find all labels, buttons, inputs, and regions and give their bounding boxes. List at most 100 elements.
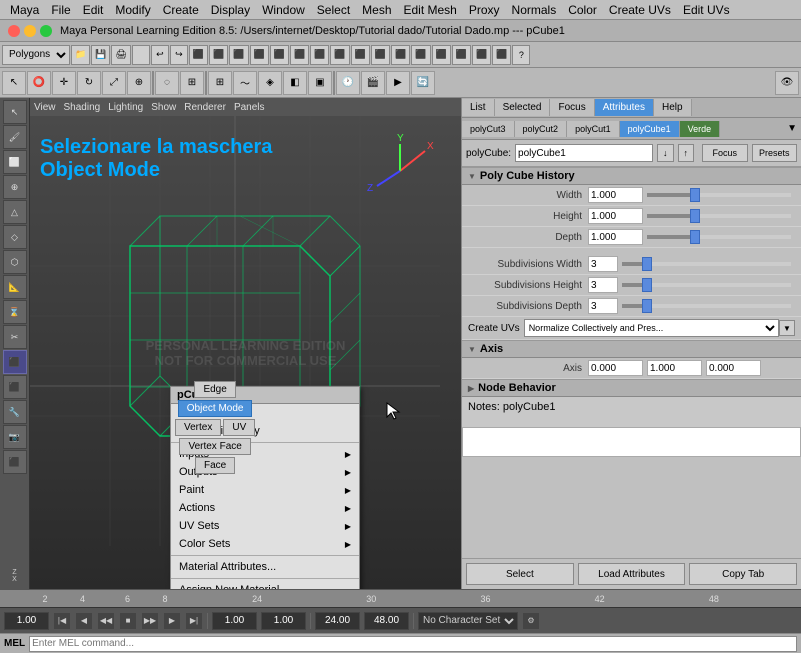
subdiv-depth-input[interactable] <box>588 298 618 314</box>
focus-button[interactable]: Focus <box>702 144 747 162</box>
vp-menu-lighting[interactable]: Lighting <box>108 102 143 113</box>
subdiv-width-slider[interactable] <box>622 262 791 266</box>
node-bookmark-btn[interactable]: ↓ <box>657 144 674 162</box>
range-end-input[interactable] <box>315 612 360 630</box>
menu-modify[interactable]: Modify <box>109 3 156 17</box>
show-manip-btn[interactable]: ⊞ <box>180 71 204 95</box>
toolbar-icon-22[interactable]: ⬛ <box>492 45 511 65</box>
next-key-btn[interactable]: ▶| <box>185 612 203 630</box>
ctx-paint[interactable]: Paint <box>171 481 359 499</box>
node-tab-polycut2[interactable]: polyCut2 <box>515 121 568 137</box>
toolbar-icon-8[interactable]: ⬛ <box>209 45 228 65</box>
tab-list[interactable]: List <box>462 99 495 116</box>
edge-mask-btn[interactable]: Edge <box>194 381 235 398</box>
axis-z-input[interactable] <box>706 360 761 376</box>
viewport-canvas[interactable]: X Y Z Selezionare la maschera Object Mod… <box>30 116 461 589</box>
toolbar-icon-5[interactable]: ↩ <box>151 45 169 65</box>
menu-file[interactable]: File <box>45 3 76 17</box>
close-button[interactable] <box>8 25 20 37</box>
ctx-color-sets[interactable]: Color Sets <box>171 535 359 553</box>
toolbar-icon-2[interactable]: 💾 <box>91 45 110 65</box>
node-name-input[interactable] <box>515 144 653 162</box>
subdiv-height-input[interactable] <box>588 277 618 293</box>
tl-settings-btn[interactable]: ⚙ <box>522 612 540 630</box>
tab-focus[interactable]: Focus <box>550 99 594 116</box>
prev-key-btn[interactable]: |◀ <box>53 612 71 630</box>
menu-window[interactable]: Window <box>256 3 311 17</box>
toolbar-icon-15[interactable]: ⬛ <box>351 45 370 65</box>
rotate-tool-btn[interactable]: ↻ <box>77 71 101 95</box>
tool-8[interactable]: 📐 <box>3 275 27 299</box>
stop-btn[interactable]: ■ <box>119 612 137 630</box>
snap-curve-btn[interactable]: 〜 <box>233 71 257 95</box>
next-frame-btn[interactable]: ▶ <box>163 612 181 630</box>
tab-selected[interactable]: Selected <box>495 99 551 116</box>
ctx-uv-sets[interactable]: UV Sets <box>171 517 359 535</box>
snap-grid-btn[interactable]: ⊞ <box>208 71 232 95</box>
width-slider[interactable] <box>647 193 791 197</box>
menu-edit-uvs[interactable]: Edit UVs <box>677 3 736 17</box>
tool-14[interactable]: 📷 <box>3 425 27 449</box>
width-input[interactable] <box>588 187 643 203</box>
tool-10[interactable]: ✂ <box>3 325 27 349</box>
menu-proxy[interactable]: Proxy <box>463 3 506 17</box>
height-input[interactable] <box>588 208 643 224</box>
vp-menu-view[interactable]: View <box>34 102 56 113</box>
vertex-mask-btn[interactable]: Vertex <box>175 419 221 436</box>
toolbar-icon-23[interactable]: ? <box>512 45 530 65</box>
menu-mesh[interactable]: Mesh <box>356 3 397 17</box>
menu-normals[interactable]: Normals <box>506 3 563 17</box>
tool-13[interactable]: 🔧 <box>3 400 27 424</box>
depth-slider[interactable] <box>647 235 791 239</box>
toolbar-icon-7[interactable]: ⬛ <box>189 45 208 65</box>
vp-menu-shading[interactable]: Shading <box>64 102 101 113</box>
snap-point-btn[interactable]: ◈ <box>258 71 282 95</box>
create-uvs-btn[interactable]: ▼ <box>779 320 795 336</box>
play-fwd-btn[interactable]: ▶▶ <box>141 612 159 630</box>
poly-cube-history-header[interactable]: Poly Cube History <box>462 167 801 185</box>
tool-paint[interactable]: 🖌 <box>3 125 27 149</box>
snap-poly-btn[interactable]: ▣ <box>308 71 332 95</box>
node-tab-verde[interactable]: Verde <box>680 121 721 137</box>
tab-attributes[interactable]: Attributes <box>595 99 654 116</box>
toolbar-icon-17[interactable]: ⬛ <box>391 45 410 65</box>
subdiv-width-input[interactable] <box>588 256 618 272</box>
mel-input[interactable] <box>29 636 797 652</box>
subdiv-height-slider[interactable] <box>622 283 791 287</box>
ipr-btn[interactable]: 🔄 <box>411 71 435 95</box>
soft-mod-btn[interactable]: ◌ <box>155 71 179 95</box>
tool-12[interactable]: ⬛ <box>3 375 27 399</box>
play-back-btn[interactable]: ◀◀ <box>97 612 115 630</box>
ctx-assign-new-material[interactable]: Assign New Material <box>171 581 359 589</box>
tool-7[interactable]: ⬡ <box>3 250 27 274</box>
copy-tab-button[interactable]: Copy Tab <box>689 563 797 585</box>
menu-maya[interactable]: Maya <box>4 3 45 17</box>
snap-view-btn[interactable]: ◧ <box>283 71 307 95</box>
ctx-actions[interactable]: Actions <box>171 499 359 517</box>
range-start-input[interactable] <box>212 612 257 630</box>
toolbar-icon-18[interactable]: ⬛ <box>411 45 430 65</box>
character-set-select[interactable]: No Character Set <box>418 612 518 630</box>
toolbar-icon-14[interactable]: ⬛ <box>330 45 349 65</box>
prev-frame-btn[interactable]: ◀ <box>75 612 93 630</box>
tool-15[interactable]: ⬛ <box>3 450 27 474</box>
playback-start-input[interactable] <box>261 612 306 630</box>
axis-x-input[interactable] <box>588 360 643 376</box>
current-frame-input[interactable] <box>4 612 49 630</box>
menu-select[interactable]: Select <box>311 3 356 17</box>
toolbar-icon-3[interactable]: 🖨 <box>111 45 130 65</box>
viewport[interactable]: View Shading Lighting Show Renderer Pane… <box>30 98 461 589</box>
face-mask-btn[interactable]: Face <box>195 457 235 474</box>
presets-button[interactable]: Presets <box>752 144 797 162</box>
depth-input[interactable] <box>588 229 643 245</box>
maximize-button[interactable] <box>40 25 52 37</box>
toolbar-icon-16[interactable]: ⬛ <box>371 45 390 65</box>
tool-3[interactable]: ⬜ <box>3 150 27 174</box>
vp-menu-panels[interactable]: Panels <box>234 102 265 113</box>
universal-tool-btn[interactable]: ⊕ <box>127 71 151 95</box>
lasso-tool-btn[interactable]: ⭕ <box>27 71 51 95</box>
minimize-button[interactable] <box>24 25 36 37</box>
show-hide-btn[interactable]: 👁 <box>775 71 799 95</box>
create-uvs-select[interactable]: Normalize Collectively and Pres... <box>524 319 779 337</box>
tab-help[interactable]: Help <box>654 99 692 116</box>
